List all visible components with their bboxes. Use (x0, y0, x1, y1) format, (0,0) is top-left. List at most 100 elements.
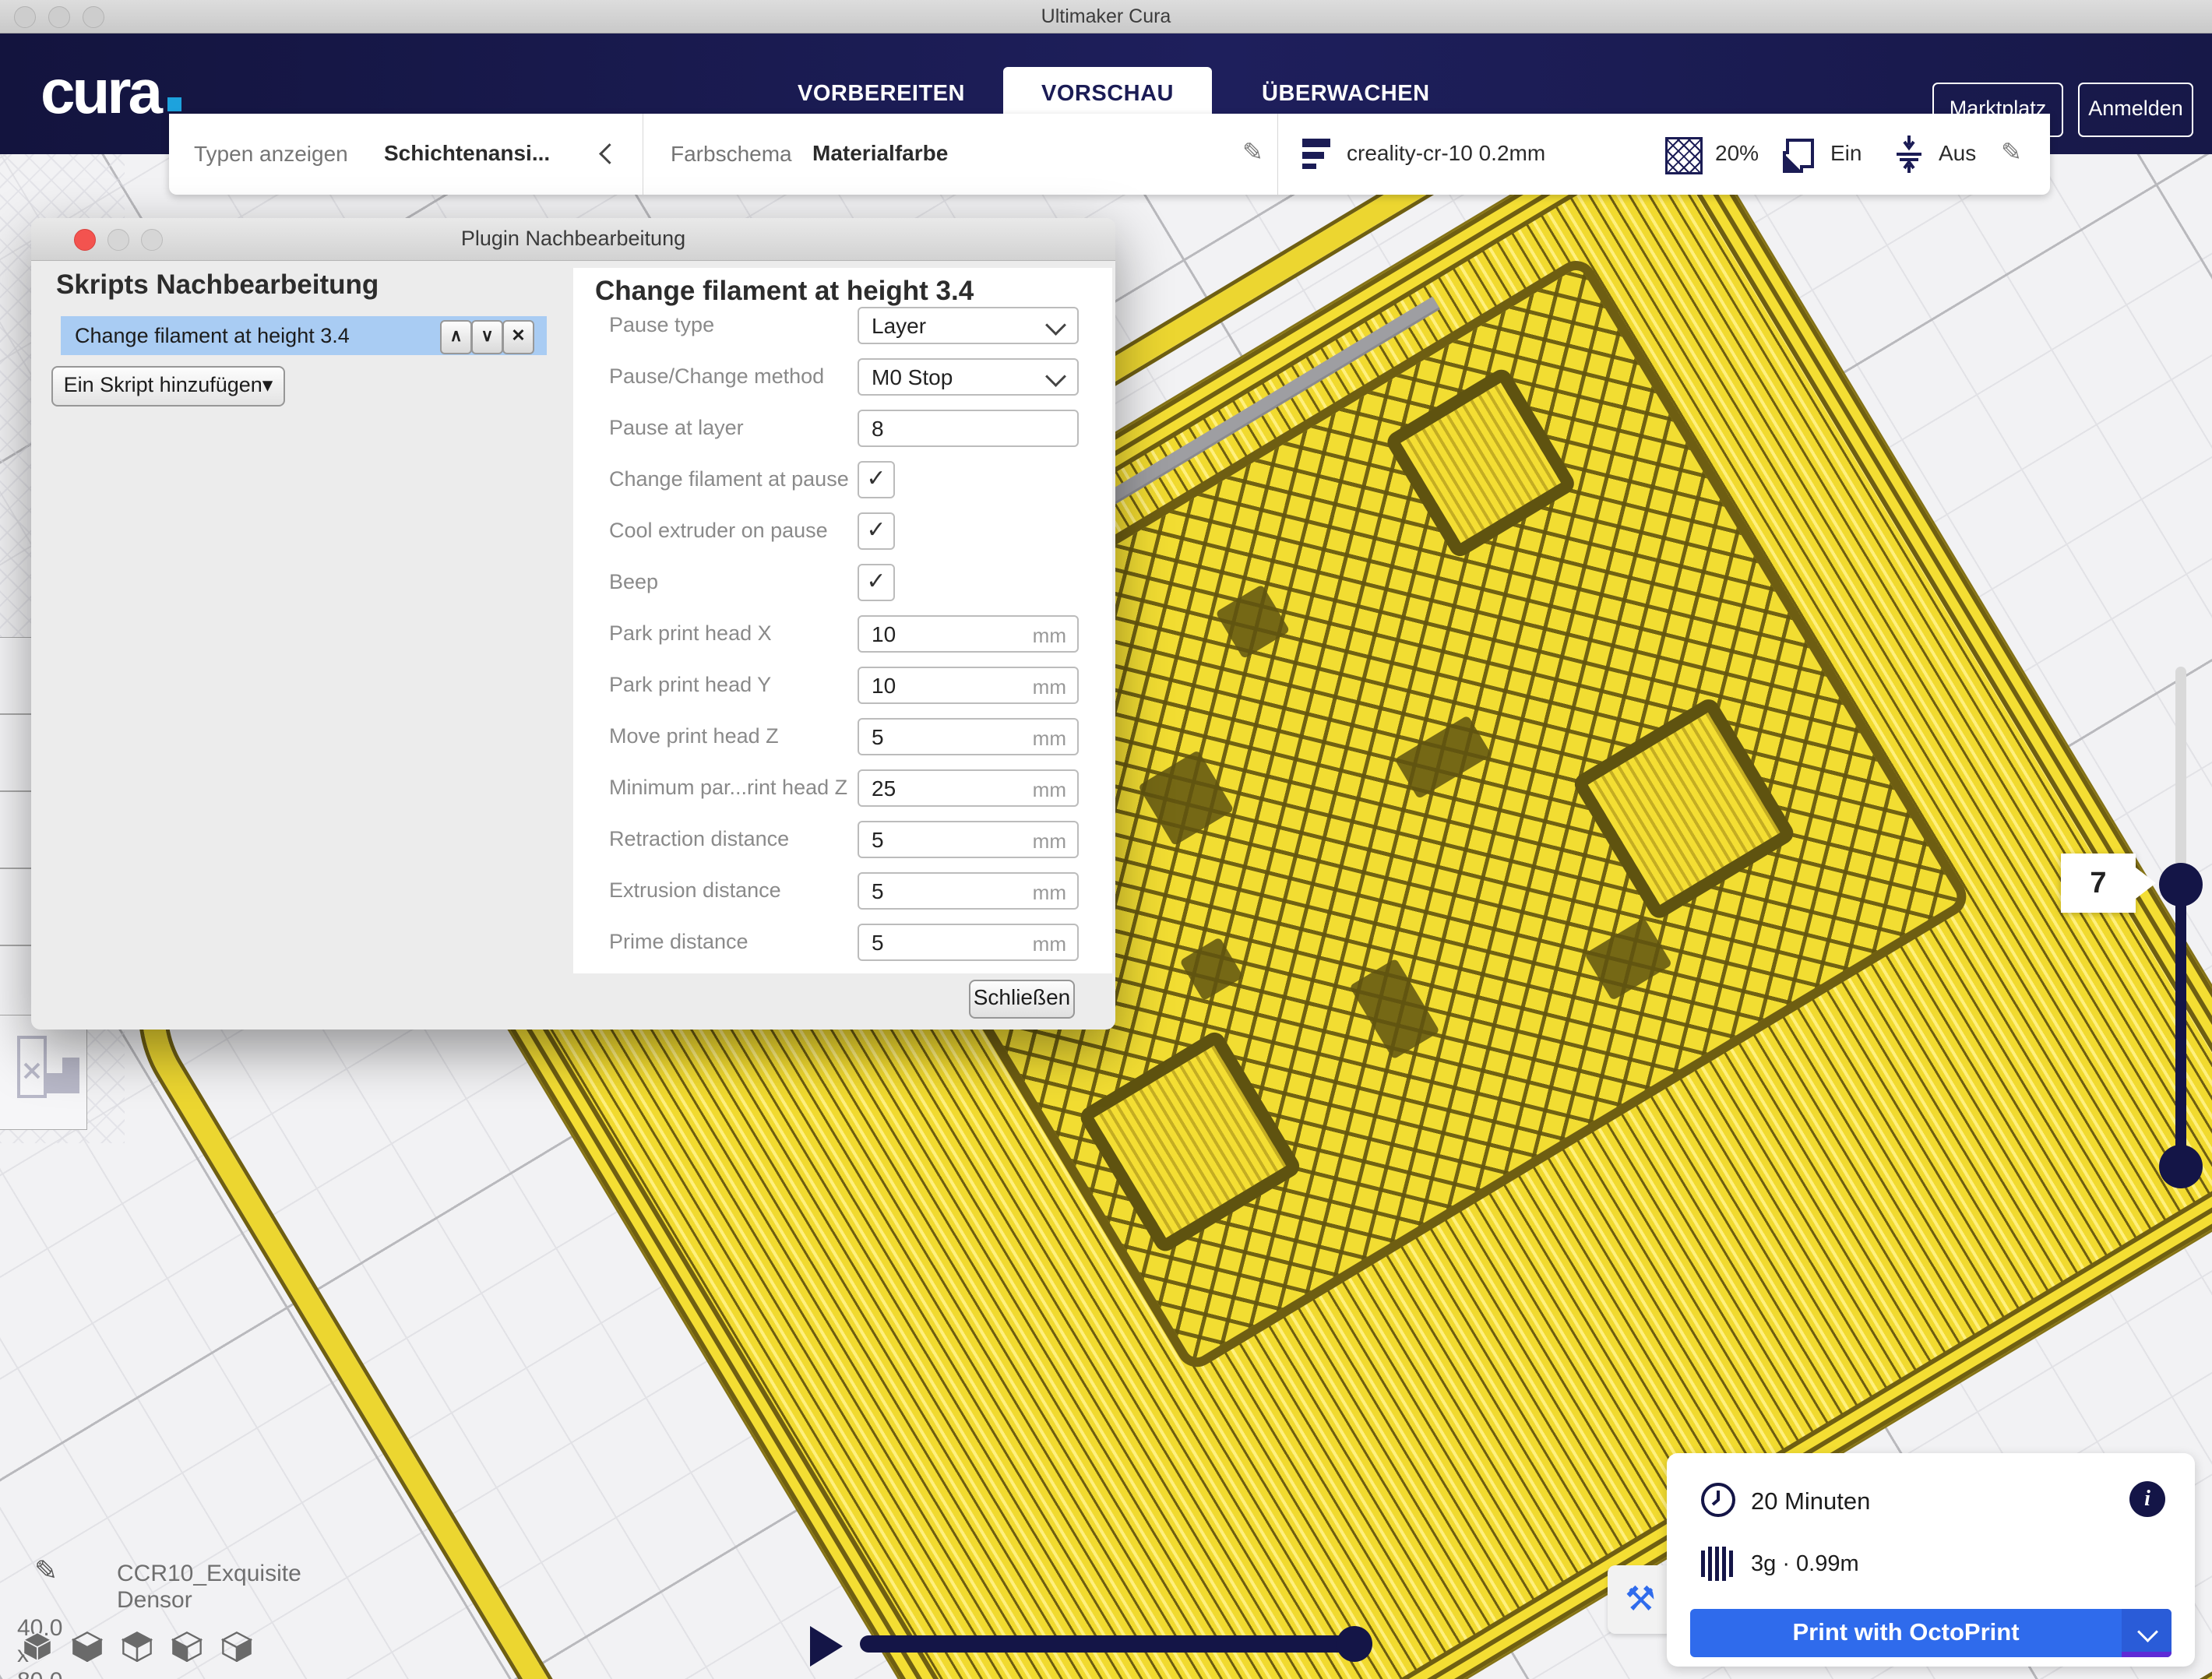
divider (1277, 114, 1278, 195)
remove-script-button[interactable]: ✕ (502, 320, 534, 354)
post-processing-dialog: Plugin Nachbearbeitung Skripts Nachbearb… (31, 218, 1115, 1030)
field-value: 25 (872, 776, 896, 801)
infill-value[interactable]: 20% (1715, 141, 1759, 166)
field-unit: mm (1033, 624, 1066, 648)
view-type-label: Typen anzeigen (194, 142, 348, 167)
print-with-octoprint-button[interactable]: Print with OctoPrint (1690, 1609, 2171, 1657)
support-value[interactable]: Ein (1830, 141, 1862, 166)
window-titlebar: Ultimaker Cura (0, 0, 2212, 33)
adhesion-value[interactable]: Aus (1939, 141, 1976, 166)
script-settings-heading: Change filament at height 3.4 (595, 276, 974, 307)
preview-settings-bar: Typen anzeigen Schichtenansi... Farbsche… (169, 114, 2050, 195)
print-time-icon (1700, 1481, 1737, 1519)
support-icon (1783, 136, 1817, 173)
layer-slider-track[interactable] (2175, 667, 2186, 892)
field-row: Minimum par...rint head Z25mm (573, 769, 1112, 807)
print-time: 20 Minuten (1751, 1487, 1870, 1515)
dialog-titlebar[interactable]: Plugin Nachbearbeitung (31, 218, 1115, 261)
move-script-up-button[interactable]: ∧ (440, 320, 472, 354)
field-label: Pause at layer (609, 416, 744, 440)
dropdown-accent (2122, 1652, 2171, 1657)
print-button-label: Print with OctoPrint (1690, 1618, 2122, 1646)
edit-print-settings-icon[interactable]: ✎ (2001, 137, 2022, 167)
view-type-value[interactable]: Schichtenansi... (384, 141, 550, 166)
edit-color-scheme-icon[interactable]: ✎ (1242, 137, 1263, 167)
field-unit: mm (1033, 932, 1066, 956)
field-row: Pause at layer 8 (573, 410, 1112, 447)
play-button[interactable] (810, 1626, 843, 1667)
tab-vorschau[interactable]: VORSCHAU (1003, 67, 1212, 120)
simulation-timeline[interactable] (860, 1635, 1358, 1653)
layer-slider-upper-handle[interactable] (2159, 863, 2203, 906)
field-label: Prime distance (609, 930, 748, 954)
field-row: Park print head Y10mm (573, 667, 1112, 704)
field-unit: mm (1033, 675, 1066, 699)
move-script-down-button[interactable]: ∨ (471, 320, 503, 354)
view-top-icon[interactable] (122, 1631, 153, 1662)
field-input[interactable]: 5mm (858, 718, 1079, 755)
field-input[interactable]: 25 mm (858, 769, 1079, 807)
view-right-icon[interactable] (221, 1631, 252, 1662)
model-name[interactable]: CCR10_Exquisite Densor (117, 1561, 301, 1614)
field-select[interactable]: Layer (858, 307, 1079, 344)
field-value: M0 Stop (872, 365, 953, 390)
script-list-item-selected[interactable]: Change filament at height 3.4 ∧ ∨ ✕ (61, 316, 547, 355)
timeline-handle[interactable] (1337, 1626, 1372, 1662)
field-row: Extrusion distance 5mm (573, 872, 1112, 910)
logo-dot-icon (167, 97, 181, 111)
qr-finder-square (1383, 365, 1578, 560)
tool-item-support-blocker[interactable] (0, 1015, 87, 1130)
field-label: Extrusion distance (609, 878, 781, 903)
layer-slider-range[interactable] (2175, 883, 2186, 1168)
field-input[interactable]: 10mm (858, 615, 1079, 653)
field-input[interactable]: 5mm (858, 872, 1079, 910)
print-options-dropdown[interactable] (2122, 1609, 2171, 1657)
cura-logo: cura (41, 56, 181, 128)
field-value: 5 (872, 828, 884, 853)
close-dialog-button[interactable]: Schließen (969, 980, 1075, 1019)
field-checkbox[interactable]: ✓ (858, 564, 895, 601)
field-row: Change filament at pause ✓ (573, 461, 1112, 498)
layer-tooltip-arrow (2136, 868, 2156, 899)
field-unit: mm (1033, 829, 1066, 854)
field-checkbox[interactable]: ✓ (858, 461, 895, 498)
field-row: Beep ✓ (573, 564, 1112, 601)
color-scheme-value[interactable]: Materialfarbe (812, 141, 948, 166)
printer-profile-value[interactable]: creality-cr-10 0.2mm (1347, 141, 1545, 166)
field-label: Move print head Z (609, 724, 779, 748)
field-label: Beep (609, 570, 658, 594)
view-3d-icon[interactable] (22, 1631, 53, 1662)
field-label: Pause/Change method (609, 364, 824, 389)
chevron-down-icon (2137, 1621, 2158, 1642)
field-unit: mm (1033, 778, 1066, 802)
collapse-panel-icon[interactable] (599, 143, 620, 164)
field-label: Change filament at pause (609, 467, 849, 491)
field-input[interactable]: 8 (858, 410, 1079, 447)
scripts-heading: Skripts Nachbearbeitung (56, 269, 379, 301)
field-value: 5 (872, 725, 884, 750)
layer-slider-lower-handle[interactable] (2159, 1145, 2203, 1188)
chevron-down-icon (1045, 315, 1066, 336)
view-front-icon[interactable] (72, 1631, 103, 1662)
dialog-title: Plugin Nachbearbeitung (31, 227, 1115, 251)
field-label: Cool extruder on pause (609, 519, 828, 543)
field-checkbox[interactable]: ✓ (858, 512, 895, 550)
field-row: Move print head Z 5mm (573, 718, 1112, 755)
rename-model-icon[interactable]: ✎ (34, 1554, 58, 1587)
field-row: Cool extruder on pause ✓ (573, 512, 1112, 550)
layer-number-tooltip: 7 (2061, 854, 2136, 913)
signin-button[interactable]: Anmelden (2078, 83, 2193, 137)
field-value: 5 (872, 931, 884, 956)
add-script-dropdown-button[interactable]: Ein Skript hinzufügen▾ (51, 366, 285, 407)
field-input[interactable]: 5 mm (858, 821, 1079, 858)
field-row: Prime distance 5 mm (573, 924, 1112, 961)
app-window: 7 Ultimaker Cura cura VORBEREITEN VORSCH… (0, 0, 2212, 1679)
field-input[interactable]: 10 mm (858, 667, 1079, 704)
view-left-icon[interactable] (171, 1631, 203, 1662)
field-input[interactable]: 5 mm (858, 924, 1079, 961)
field-select[interactable]: M0 Stop (858, 358, 1079, 396)
adjust-tools-button[interactable]: ⚒ (1608, 1565, 1673, 1634)
info-icon[interactable]: i (2129, 1481, 2165, 1517)
field-value: 10 (872, 674, 896, 699)
chevron-down-icon (1045, 366, 1066, 387)
